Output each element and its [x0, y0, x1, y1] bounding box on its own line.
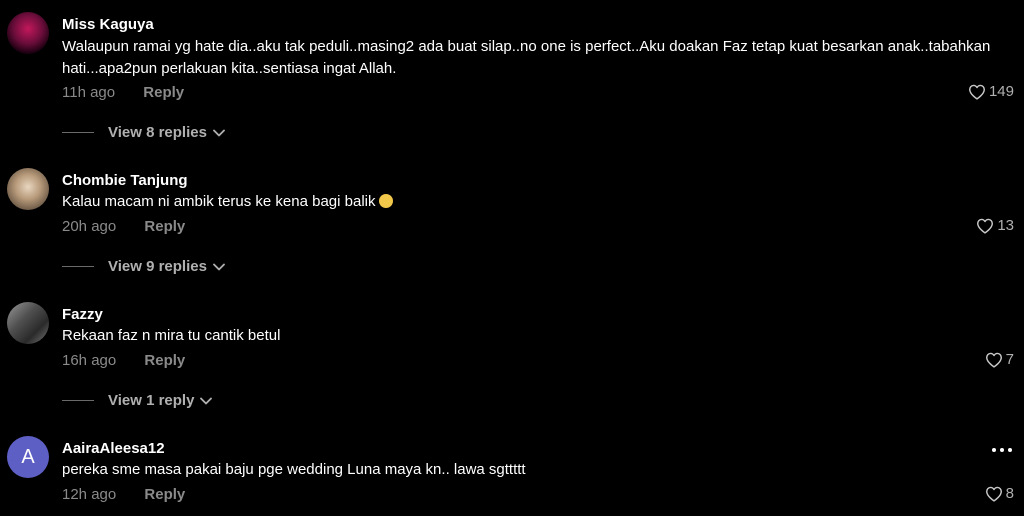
comment-username[interactable]: Miss Kaguya — [62, 16, 154, 33]
comment-time: 11h ago — [62, 84, 116, 101]
heart-outline-icon — [985, 352, 1002, 368]
grinning-emoji-icon — [378, 194, 393, 208]
view-replies-label: View 9 replies — [108, 258, 207, 275]
like-count: 149 — [988, 83, 1014, 100]
comment-text: pereka sme masa pakai baju pge wedding L… — [62, 461, 526, 478]
comment-meta: 11h ago Reply — [62, 84, 184, 101]
comment-meta: 16h ago Reply — [62, 352, 185, 369]
reply-button[interactable]: Reply — [144, 352, 185, 369]
view-replies-button[interactable]: View 9 replies — [62, 258, 225, 275]
heart-outline-icon — [985, 486, 1002, 502]
like-button[interactable]: 7 — [985, 351, 1014, 368]
reply-button[interactable]: Reply — [144, 486, 185, 503]
chevron-down-icon — [213, 263, 225, 270]
divider — [62, 266, 94, 267]
comment-text: Rekaan faz n mira tu cantik betul — [62, 327, 281, 344]
heart-outline-icon — [968, 84, 985, 100]
comment-username[interactable]: Chombie Tanjung — [62, 172, 188, 189]
divider — [62, 400, 94, 401]
chevron-down-icon — [213, 129, 225, 136]
avatar[interactable] — [7, 12, 49, 54]
like-count: 8 — [1005, 485, 1014, 502]
comment-username[interactable]: Fazzy — [62, 306, 103, 323]
like-count: 7 — [1005, 351, 1014, 368]
like-button[interactable]: 13 — [976, 217, 1014, 234]
avatar-initial: A — [21, 445, 35, 468]
like-count: 13 — [997, 217, 1014, 234]
comment-text: Kalau macam ni ambik terus ke kena bagi … — [62, 191, 1012, 213]
avatar[interactable]: A — [7, 436, 49, 478]
like-button[interactable]: 8 — [985, 485, 1014, 502]
view-replies-label: View 1 reply — [108, 392, 195, 409]
comment-time: 12h ago — [62, 486, 117, 503]
comment-username[interactable]: AairaAleesa12 — [62, 440, 165, 457]
view-replies-button[interactable]: View 1 reply — [62, 392, 213, 409]
heart-outline-icon — [977, 218, 994, 234]
comment-meta: 20h ago Reply — [62, 218, 185, 235]
reply-button[interactable]: Reply — [143, 84, 184, 101]
comment-time: 16h ago — [62, 352, 117, 369]
view-replies-button[interactable]: View 8 replies — [62, 124, 225, 141]
avatar[interactable] — [7, 302, 49, 344]
chevron-down-icon — [200, 397, 213, 404]
comment-text-content: Kalau macam ni ambik terus ke kena bagi … — [62, 193, 376, 210]
divider — [62, 132, 94, 133]
avatar[interactable] — [7, 168, 49, 210]
view-replies-label: View 8 replies — [108, 124, 207, 141]
comment-text: Walaupun ramai yg hate dia..aku tak pedu… — [62, 38, 991, 77]
comment-time: 20h ago — [62, 218, 117, 235]
like-button[interactable]: 149 — [968, 83, 1014, 100]
comment-item: Miss Kaguya Walaupun ramai yg hate dia..… — [0, 0, 1024, 145]
comment-meta: 12h ago Reply — [62, 486, 185, 503]
more-horizontal-icon[interactable] — [992, 448, 1012, 452]
reply-button[interactable]: Reply — [144, 218, 185, 235]
